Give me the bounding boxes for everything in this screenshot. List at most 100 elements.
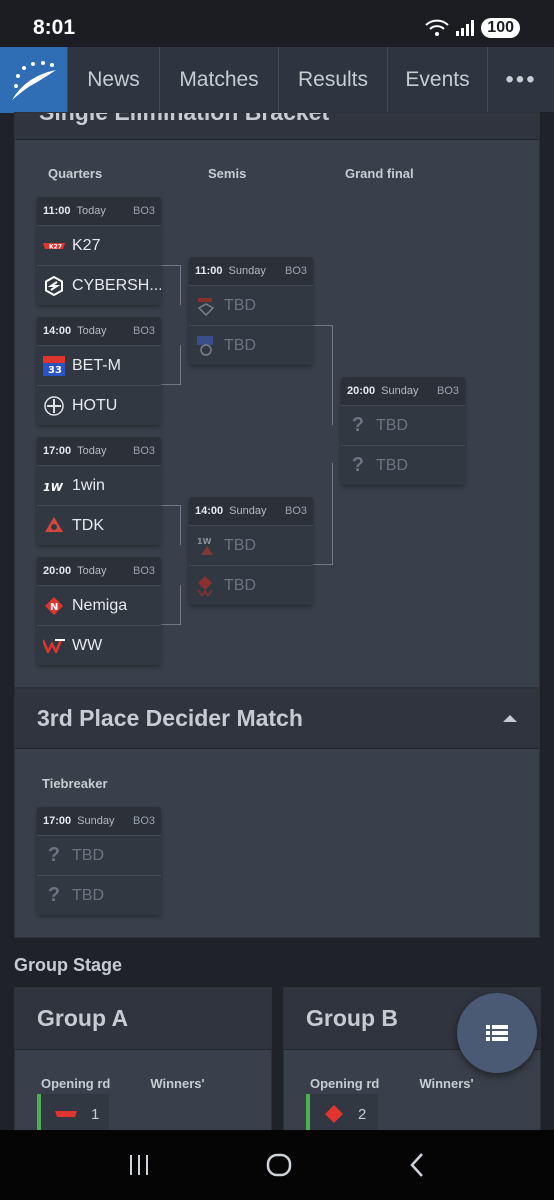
match-day: Sunday: [229, 505, 267, 517]
list-view-fab[interactable]: [457, 993, 537, 1073]
third-place-panel: 3rd Place Decider Match Tiebreaker 17:00…: [14, 688, 540, 938]
group-stage-title: Group Stage: [14, 955, 123, 975]
match-format: BO3: [132, 205, 155, 217]
group-match-card[interactable]: 2: [306, 1094, 378, 1134]
seed-number: 1: [91, 1105, 100, 1123]
team-row[interactable]: ? TBD: [341, 445, 465, 485]
team-name: TBD: [376, 456, 408, 474]
match-card-semi-2[interactable]: 14:00 Sunday BO3 1W TBD TBD: [189, 497, 313, 605]
ww-logo-icon: [43, 636, 65, 656]
team-row[interactable]: ? TBD: [37, 875, 161, 915]
recent-apps-icon[interactable]: [127, 1153, 151, 1177]
team-row[interactable]: 33 BET-M: [37, 345, 161, 385]
bracket-panel: Single Elimination Bracket Quarters Semi…: [14, 112, 540, 688]
team-name: TBD: [72, 846, 104, 864]
match-day: Sunday: [77, 815, 115, 827]
match-day: Sunday: [381, 385, 419, 397]
team-name: 1win: [72, 476, 105, 494]
match-card-quarter-1[interactable]: 11:00 Today BO3 K27 K27 CYBERSH...: [37, 197, 161, 305]
team-row[interactable]: TBD: [189, 325, 313, 365]
tdk-logo-icon: [43, 516, 65, 536]
team-row[interactable]: TBD: [189, 565, 313, 605]
question-mark-icon: ?: [351, 414, 365, 436]
nav-news[interactable]: News: [67, 47, 159, 113]
match-card-quarter-2[interactable]: 14:00 Today BO3 33 BET-M HOTU: [37, 317, 161, 425]
group-name: Group A: [15, 988, 271, 1050]
cybershoke-logo-icon: [43, 275, 65, 296]
nemiga-logo-icon: N: [43, 596, 65, 616]
logo-icon: [11, 61, 56, 100]
match-time: 14:00: [43, 325, 72, 337]
collapse-caret-icon[interactable]: [503, 715, 517, 722]
svg-text:K27: K27: [49, 243, 62, 250]
back-icon[interactable]: [407, 1152, 427, 1178]
connector-line: [161, 585, 181, 625]
round-label-quarters: Quarters: [48, 166, 103, 181]
match-day: Today: [77, 445, 107, 457]
connector-line: [161, 345, 181, 385]
team-row[interactable]: ? TBD: [37, 835, 161, 875]
third-place-header[interactable]: 3rd Place Decider Match: [15, 689, 539, 749]
status-bar: 8:01 100: [0, 0, 554, 48]
wifi-icon: [425, 19, 449, 36]
svg-text:N: N: [50, 602, 58, 613]
team-row[interactable]: N Nemiga: [37, 585, 161, 625]
match-time: 11:00: [43, 205, 71, 217]
seed-number: 2: [358, 1105, 367, 1123]
match-format: BO3: [284, 505, 307, 517]
k27-logo-icon: K27: [43, 236, 65, 256]
team-row[interactable]: HOTU: [37, 385, 161, 425]
match-time: 20:00: [347, 385, 376, 397]
match-day: Today: [76, 205, 106, 217]
team-name: TDK: [72, 516, 104, 534]
team-row[interactable]: WW: [37, 625, 161, 665]
question-mark-icon: ?: [351, 454, 365, 476]
connector-line: [161, 505, 181, 545]
round-label-grand-final: Grand final: [345, 166, 414, 181]
nav-results[interactable]: Results: [278, 47, 387, 113]
site-logo[interactable]: [0, 47, 67, 113]
match-card-grand-final[interactable]: 20:00 Sunday BO3 ? TBD ? TBD: [341, 377, 465, 485]
team-row[interactable]: TDK: [37, 505, 161, 545]
match-card-tiebreaker[interactable]: 17:00 Sunday BO3 ? TBD ? TBD: [37, 807, 161, 915]
nav-matches[interactable]: Matches: [159, 47, 278, 113]
column-opening-round: Opening rd: [41, 1076, 111, 1091]
match-time: 11:00: [195, 265, 223, 277]
team-name: TBD: [224, 336, 256, 354]
svg-text:1W: 1W: [43, 481, 64, 492]
more-menu-button[interactable]: •••: [487, 47, 554, 113]
1win-logo-icon: 1W: [43, 476, 65, 496]
match-format: BO3: [436, 385, 459, 397]
question-mark-icon: ?: [47, 884, 61, 906]
round-label-tiebreaker: Tiebreaker: [42, 776, 108, 791]
match-card-quarter-3[interactable]: 17:00 Today BO3 1W 1win TDK: [37, 437, 161, 545]
team-row[interactable]: TBD: [189, 285, 313, 325]
betm-logo-icon: 33: [43, 355, 65, 376]
nav-events[interactable]: Events: [387, 47, 487, 113]
team-row[interactable]: 1W TBD: [189, 525, 313, 565]
pending-teams-icon: [195, 296, 217, 316]
k27-logo-icon: [55, 1111, 77, 1117]
column-winners: Winners': [150, 1076, 205, 1091]
team-row[interactable]: 1W 1win: [37, 465, 161, 505]
round-label-semis: Semis: [208, 166, 247, 181]
match-card-quarter-4[interactable]: 20:00 Today BO3 N Nemiga WW: [37, 557, 161, 665]
team-row[interactable]: K27 K27: [37, 225, 161, 265]
group-a-card[interactable]: Group A Opening rd Winners' 1: [14, 987, 272, 1147]
team-name: K27: [72, 236, 101, 254]
group-match-card[interactable]: 1: [37, 1094, 109, 1134]
battery-indicator: 100: [481, 18, 520, 38]
question-mark-icon: ?: [47, 844, 61, 866]
match-format: BO3: [132, 815, 155, 827]
home-icon[interactable]: [266, 1152, 292, 1178]
system-navigation-bar: [0, 1130, 554, 1200]
team-name: TBD: [224, 296, 256, 314]
connector-line: [313, 463, 333, 565]
match-time: 14:00: [195, 505, 224, 517]
team-name: CYBERSH...: [72, 276, 161, 294]
match-time: 17:00: [43, 445, 72, 457]
match-day: Today: [77, 565, 107, 577]
team-row[interactable]: CYBERSH...: [37, 265, 161, 305]
match-card-semi-1[interactable]: 11:00 Sunday BO3 TBD TBD: [189, 257, 313, 365]
team-row[interactable]: ? TBD: [341, 405, 465, 445]
